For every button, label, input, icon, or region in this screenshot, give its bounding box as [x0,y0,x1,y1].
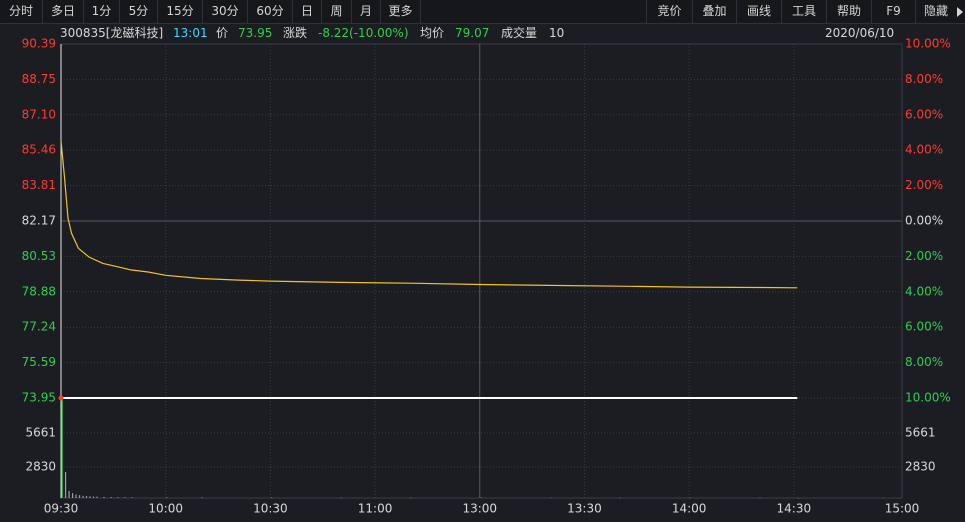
time-axis-label: 09:30 [44,502,79,516]
intraday-chart: 90.39 10.00% 88.75 8.00% 87.10 6.00% 85.46 4.00… [22,37,951,516]
percent-axis-label: 10.00% [905,37,951,51]
time-axis-label: 13:30 [567,502,602,516]
avg-price-line [60,140,798,289]
price-axis-label: 90.39 [22,37,56,51]
percent-axis-label: 10.00% [905,391,951,405]
volume-bar [61,399,63,498]
percent-axis-label: 2.00% [905,178,943,192]
price-start-marker [58,395,64,401]
volume-bar [64,472,67,498]
price-axis-label: 78.88 [22,284,56,298]
volume-bar [166,497,168,498]
percent-axis-label: 0.00% [905,214,943,228]
time-axis-label: 10:30 [253,502,288,516]
volume-bar [103,496,105,498]
price-axis-label: 82.17 [22,214,56,228]
chart-frame [60,43,903,499]
volume-axis-label: 2830 [25,460,56,474]
volume-bar [89,496,91,498]
time-axis-label: 10:00 [148,502,183,516]
percent-axis-label: 6.00% [905,320,943,334]
price-axis-label: 77.24 [22,320,56,334]
price-axis-label: 87.10 [22,107,56,121]
volume-bar [110,497,112,498]
volume-bar [550,497,552,499]
volume-bar [82,495,84,498]
volume-bar [78,495,81,498]
volume-bar [689,497,691,499]
volume-bar [75,494,77,498]
percent-axis-label: 2.00% [905,249,943,263]
volume-bar [201,497,203,498]
price-axis-label: 85.46 [22,143,56,157]
volume-bar [270,497,273,498]
time-axis-label: 13:00 [462,502,497,516]
volume-bar [797,497,800,499]
volume-bar [340,497,342,499]
volume-bar [68,490,70,498]
volume-bar [480,497,482,499]
volume-bar [96,496,98,498]
time-axis-label: 15:00 [885,502,920,516]
volume-bar [759,497,761,499]
time-axis-label: 14:30 [777,502,812,516]
volume-axis-label: 5661 [25,426,56,440]
time-axis-label: 14:00 [672,502,707,516]
volume-bar [619,497,622,499]
volume-bar [131,497,133,498]
percent-axis-label: 8.00% [905,355,943,369]
volume-axis-label: 5661 [905,426,936,440]
time-axis-label: 11:00 [358,502,393,516]
percent-axis-label: 8.00% [905,72,943,86]
price-axis-label: 73.95 [22,391,56,405]
price-axis-label: 80.53 [22,249,56,263]
price-axis-label: 88.75 [22,72,56,86]
price-axis-label: 75.59 [22,355,56,369]
price-axis-label: 83.81 [22,178,56,192]
percent-axis-label: 4.00% [905,284,943,298]
volume-bar [124,497,126,498]
percent-axis-label: 6.00% [905,107,943,121]
volume-bar [71,493,74,498]
volume-bar [410,497,412,499]
percent-axis-label: 4.00% [905,143,943,157]
volume-bar [92,496,95,498]
volume-axis-label: 2830 [905,460,936,474]
volume-bar [117,497,119,498]
volume-bar [85,496,88,498]
